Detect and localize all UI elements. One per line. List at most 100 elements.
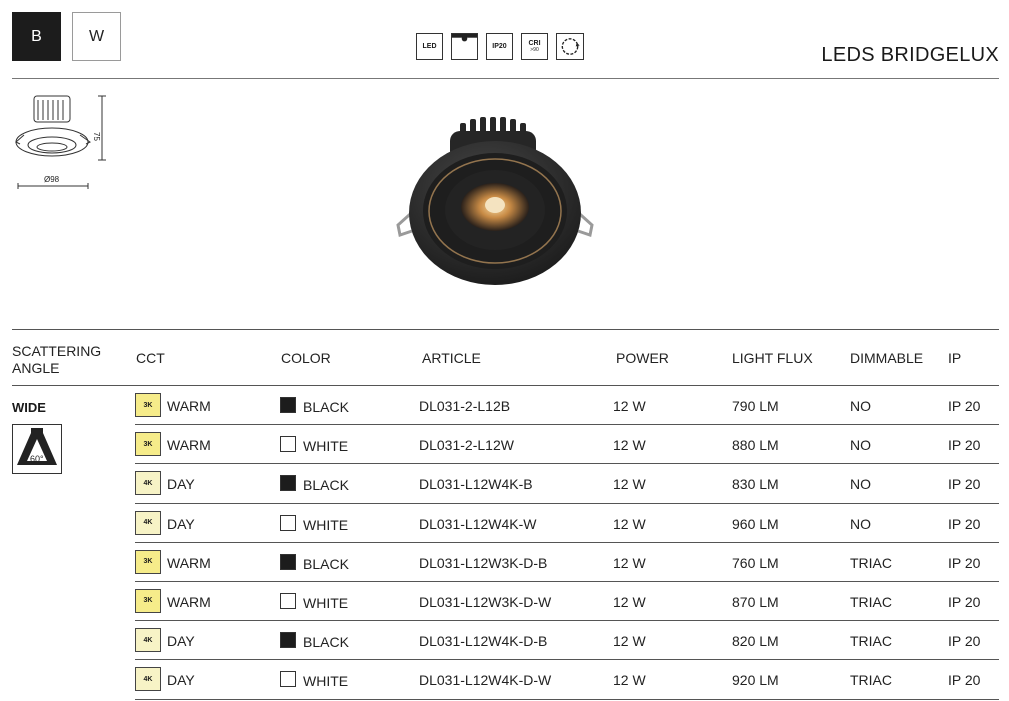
variant-black-button[interactable]: B	[12, 12, 61, 61]
ip-value: IP 20	[948, 633, 981, 650]
ip-value: IP 20	[948, 437, 981, 454]
article-code: DL031-L12W4K-D-W	[419, 672, 552, 689]
dimmable-value: NO	[850, 515, 871, 532]
cct-name: DAY	[167, 633, 195, 650]
cri-value: >90	[530, 47, 539, 53]
beam-angle-value: 60°	[30, 454, 44, 464]
top-divider	[12, 78, 999, 79]
scattering-wide-label: WIDE	[12, 400, 46, 415]
header-scattering-angle: SCATTERING ANGLE	[12, 343, 101, 377]
light-flux-value: 760 LM	[732, 554, 779, 571]
ip-value: IP 20	[948, 554, 981, 571]
cct-code-badge: 3K	[135, 588, 161, 613]
rotatable-icon	[556, 33, 584, 60]
table-row: 3K WARM BLACK DL031-2-L12B 12 W 790 LM N…	[135, 386, 999, 426]
article-code: DL031-L12W3K-D-B	[419, 554, 548, 571]
light-flux-value: 830 LM	[732, 476, 779, 493]
header-cct: CCT	[136, 350, 165, 366]
color-name: WHITE	[303, 594, 349, 611]
power-value: 12 W	[613, 554, 646, 571]
feature-badges: LED IP20 CRI >90	[416, 33, 584, 60]
color-name: BLACK	[303, 477, 349, 494]
product-image	[390, 115, 600, 295]
power-value: 12 W	[613, 633, 646, 650]
dimmable-value: NO	[850, 476, 871, 493]
light-flux-value: 870 LM	[732, 593, 779, 610]
header-scattering-line1: SCATTERING	[12, 343, 102, 359]
spec-table: SCATTERING ANGLE CCT COLOR ARTICLE POWER…	[12, 329, 999, 700]
color-swatch	[280, 436, 296, 453]
variant-white-button[interactable]: W	[72, 12, 121, 61]
diameter-dimension: Ø98	[44, 175, 60, 184]
dimmable-value: NO	[850, 437, 871, 454]
power-value: 12 W	[613, 515, 646, 532]
cri-label: CRI	[528, 40, 541, 47]
color-name: BLACK	[303, 399, 349, 415]
ip-value: IP 20	[948, 593, 981, 610]
power-value: 12 W	[613, 593, 646, 610]
color-swatch	[280, 397, 296, 413]
color-name: BLACK	[303, 555, 349, 572]
cct-code-badge: 4K	[135, 667, 161, 692]
color-name: WHITE	[303, 673, 349, 690]
light-flux-value: 880 LM	[732, 437, 779, 454]
header-light-flux: LIGHT FLUX	[732, 350, 813, 366]
dimmable-value: TRIAC	[850, 633, 892, 650]
light-flux-value: 820 LM	[732, 633, 779, 650]
light-flux-value: 790 LM	[732, 398, 779, 414]
cct-code-badge: 3K	[135, 549, 161, 574]
ip-value: IP 20	[948, 398, 981, 414]
article-code: DL031-2-L12W	[419, 437, 514, 454]
table-row: 3K WARM BLACK DL031-L12W3K-D-B 12 W 760 …	[135, 543, 999, 582]
article-code: DL031-L12W4K-W	[419, 515, 537, 532]
article-code: DL031-2-L12B	[419, 398, 511, 414]
cct-code-badge: 4K	[135, 628, 161, 653]
cct-code-badge: 4K	[135, 510, 161, 535]
color-swatch	[280, 592, 296, 609]
power-value: 12 W	[613, 398, 646, 414]
cct-name: WARM	[167, 554, 211, 571]
header-power: POWER	[616, 350, 669, 366]
light-flux-value: 920 LM	[732, 672, 779, 689]
ip20-badge: IP20	[486, 33, 513, 60]
color-name: WHITE	[303, 516, 349, 533]
header-dimmable: DIMMABLE	[850, 350, 924, 366]
light-flux-value: 960 LM	[732, 515, 779, 532]
cct-name: WARM	[167, 437, 211, 454]
article-code: DL031-L12W4K-D-B	[419, 633, 548, 650]
cct-code-badge: 4K	[135, 471, 161, 496]
table-body: 3K WARM BLACK DL031-2-L12B 12 W 790 LM N…	[12, 386, 999, 700]
article-code: DL031-L12W4K-B	[419, 476, 533, 493]
article-code: DL031-L12W3K-D-W	[419, 593, 552, 610]
power-value: 12 W	[613, 672, 646, 689]
cct-name: DAY	[167, 476, 195, 493]
recessed-mount-icon	[451, 33, 478, 60]
dimmable-value: NO	[850, 398, 871, 414]
cct-code-badge: 3K	[135, 393, 161, 417]
dimmable-value: TRIAC	[850, 554, 892, 571]
color-swatch	[280, 514, 296, 531]
header-ip: IP	[948, 350, 962, 366]
cct-name: DAY	[167, 672, 195, 689]
color-name: WHITE	[303, 438, 349, 455]
header-article: ARTICLE	[422, 350, 481, 366]
ip-value: IP 20	[948, 515, 981, 532]
table-row: 4K DAY WHITE DL031-L12W4K-D-W 12 W 920 L…	[135, 660, 999, 700]
beam-angle-icon: 60°	[12, 424, 62, 474]
ip-value: IP 20	[948, 672, 981, 689]
table-row: 3K WARM WHITE DL031-L12W3K-D-W 12 W 870 …	[135, 582, 999, 622]
led-badge: LED	[416, 33, 443, 60]
header-color: COLOR	[281, 350, 331, 366]
table-header: SCATTERING ANGLE CCT COLOR ARTICLE POWER…	[12, 329, 999, 386]
cct-name: WARM	[167, 593, 211, 610]
power-value: 12 W	[613, 437, 646, 454]
dimmable-value: TRIAC	[850, 672, 892, 689]
cri-badge: CRI >90	[521, 33, 548, 60]
color-swatch	[280, 671, 296, 688]
power-value: 12 W	[613, 476, 646, 493]
table-row: 4K DAY WHITE DL031-L12W4K-W 12 W 960 LM …	[135, 504, 999, 543]
cct-code-badge: 3K	[135, 432, 161, 457]
color-swatch	[280, 475, 296, 492]
brand-title: LEDS BRIDGELUX	[821, 44, 999, 66]
color-swatch	[280, 632, 296, 649]
